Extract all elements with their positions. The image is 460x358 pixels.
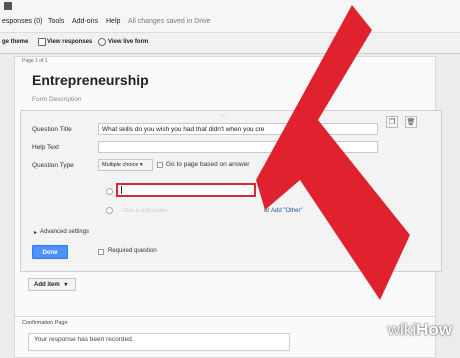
view-responses-button[interactable]: View responses — [47, 39, 92, 45]
confirmation-text: Your response has been recorded. — [34, 336, 134, 343]
watermark-how: How — [416, 320, 452, 339]
drag-handle-icon[interactable]: :::::: — [220, 112, 227, 117]
question-type-select[interactable]: Multiple choice ▾ — [98, 159, 153, 171]
edit-icon — [38, 38, 46, 46]
triangle-right-icon: ▸ — [34, 230, 38, 236]
required-checkbox[interactable] — [98, 249, 104, 255]
menu-tools[interactable]: Tools — [48, 18, 64, 25]
help-text-label: Help Text — [32, 144, 59, 151]
forms-app-icon — [4, 2, 12, 10]
add-item-button[interactable]: Add item ▾ — [28, 278, 76, 291]
or-text: or — [264, 208, 270, 214]
question-type-value: Multiple choice — [102, 162, 139, 168]
add-option-placeholder[interactable]: Click to add option — [122, 208, 167, 214]
watermark-wiki: wiki — [387, 320, 417, 339]
chevron-down-icon: ▾ — [64, 282, 68, 288]
option-radio-icon — [106, 188, 113, 195]
text-cursor — [121, 186, 122, 194]
menu-responses[interactable]: esponses (0) — [2, 18, 42, 25]
menu-bar — [0, 0, 460, 32]
add-other-link[interactable]: Add "Other" — [271, 208, 303, 214]
add-option-radio-icon — [106, 207, 113, 214]
change-theme-button[interactable]: ge theme — [2, 39, 28, 45]
chevron-down-icon: ▾ — [139, 162, 143, 168]
eye-icon — [98, 38, 106, 46]
option-1-input[interactable] — [116, 183, 256, 197]
done-button[interactable]: Done — [32, 245, 68, 259]
goto-page-checkbox[interactable] — [157, 162, 163, 168]
menu-addons[interactable]: Add-ons — [72, 18, 98, 25]
question-title-input[interactable]: What skills do you wish you had that did… — [98, 123, 378, 135]
help-text-input[interactable] — [98, 141, 378, 153]
view-live-form-button[interactable]: View live form — [108, 39, 148, 45]
question-title-label: Question Title — [32, 126, 72, 133]
wikihow-watermark: wikiHow — [388, 320, 452, 340]
duplicate-icon[interactable]: ❐ — [386, 116, 398, 128]
form-description[interactable]: Form Description — [32, 96, 81, 103]
question-type-label: Question Type — [32, 162, 74, 169]
page-indicator: Page 1 of 1 — [22, 58, 48, 64]
trash-icon[interactable]: 🗑 — [405, 116, 417, 128]
confirmation-label: Confirmation Page — [22, 320, 68, 326]
menu-help[interactable]: Help — [106, 18, 120, 25]
form-title[interactable]: Entrepreneurship — [32, 72, 149, 88]
goto-page-label: Go to page based on answer — [166, 161, 250, 168]
save-status: All changes saved in Drive — [128, 18, 211, 25]
add-item-label: Add item — [34, 282, 60, 288]
advanced-settings-toggle[interactable]: Advanced settings — [40, 229, 89, 235]
required-label: Required question — [108, 248, 157, 254]
